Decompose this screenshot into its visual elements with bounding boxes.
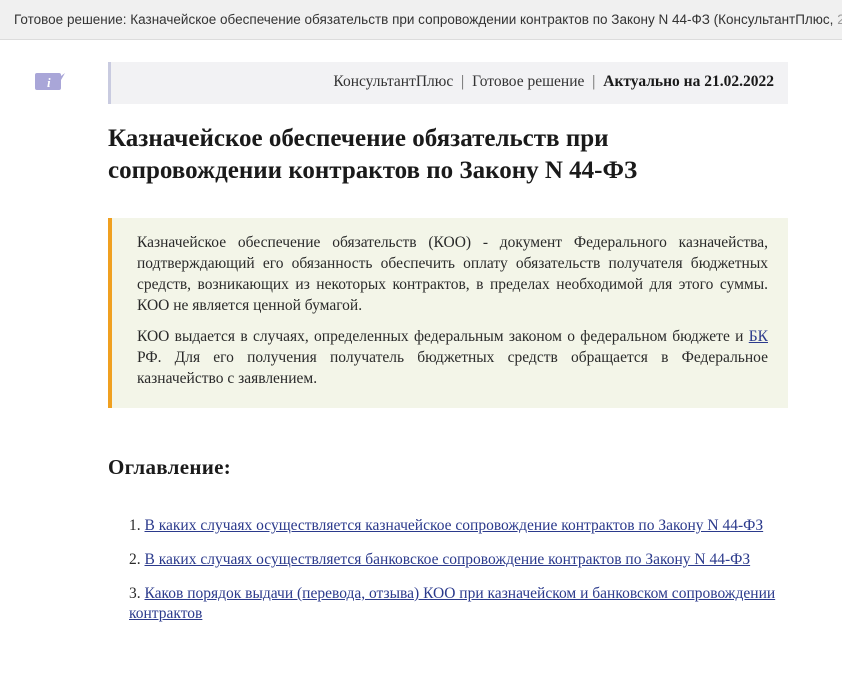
toc-item-number: 3. <box>129 585 141 602</box>
header-separator: | <box>461 73 465 90</box>
header-actual-date: Актуально на 21.02.2022 <box>603 73 774 90</box>
toc-item-number: 2. <box>129 551 141 568</box>
toc-item: 1. В каких случаях осуществляется казнач… <box>129 516 779 536</box>
note-text: РФ. Для его получения получатель бюджетн… <box>137 349 768 387</box>
note-paragraph: Казначейское обеспечение обязательств (К… <box>137 234 768 314</box>
bk-link[interactable]: БК <box>749 328 768 345</box>
table-of-contents: 1. В каких случаях осуществляется казнач… <box>129 516 779 638</box>
toc-item-number: 1. <box>129 517 141 534</box>
toc-heading: Оглавление: <box>108 455 232 479</box>
note-paragraph: КОО выдается в случаях, определенных фед… <box>137 326 768 389</box>
note-text: КОО выдается в случаях, определенных фед… <box>137 328 749 345</box>
toc-link-koo-procedure[interactable]: Каков порядок выдачи (перевода, отзыва) … <box>129 585 775 622</box>
toc-item: 3. Каков порядок выдачи (перевода, отзыв… <box>129 584 779 624</box>
window-title-bar: Готовое решение: Казначейское обеспечени… <box>0 0 842 40</box>
toc-link-treasury-support[interactable]: В каких случаях осуществляется казначейс… <box>145 517 764 534</box>
document-header: КонсультантПлюс | Готовое решение | Акту… <box>108 62 788 104</box>
window-title-overflow: 2 <box>833 12 842 27</box>
toc-item: 2. В каких случаях осуществляется банков… <box>129 550 779 570</box>
header-separator: | <box>592 73 596 90</box>
header-source: КонсультантПлюс <box>333 73 454 90</box>
info-icon[interactable]: i <box>34 71 66 93</box>
document-title: Казначейское обеспечение обязательств пр… <box>108 125 638 184</box>
toc-link-bank-support[interactable]: В каких случаях осуществляется банковско… <box>145 551 751 568</box>
header-doc-type: Готовое решение <box>472 73 585 90</box>
summary-note: Казначейское обеспечение обязательств (К… <box>108 218 788 408</box>
window-title: Готовое решение: Казначейское обеспечени… <box>14 12 834 27</box>
svg-text:i: i <box>47 75 51 90</box>
